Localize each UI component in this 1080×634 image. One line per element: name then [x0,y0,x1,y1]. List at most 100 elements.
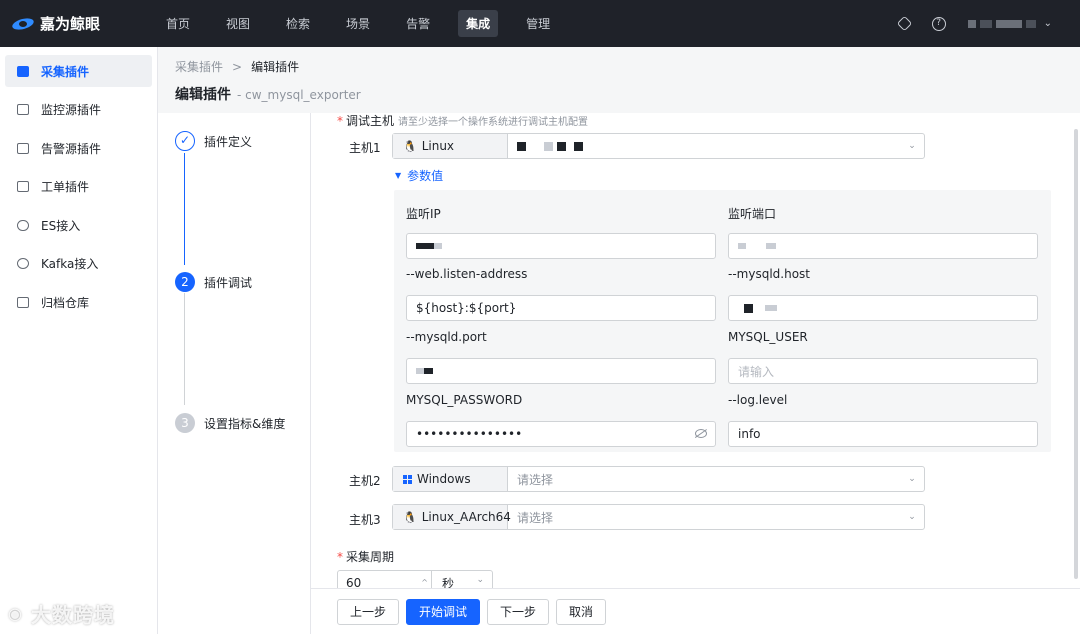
sidebar-item-ticket[interactable]: 工单插件 [5,171,152,203]
host1-os-tag: 🐧 Linux [393,134,508,158]
chevron-down-icon: ⌄ [908,474,916,484]
host2-os-tag: Windows [393,467,508,491]
footer-actions: 上一步 开始调试 下一步 取消 [311,588,1080,634]
params-block: 监听IP 监听端口 --web.listen-address ${host}:$… [394,190,1051,452]
nav-scene[interactable]: 场景 [338,10,378,37]
nav-integration[interactable]: 集成 [458,10,499,37]
eye-off-icon[interactable] [695,429,707,438]
listen-port-input[interactable] [728,233,1038,259]
prev-step-button[interactable]: 上一步 [337,598,400,625]
sidebar-item-alarm-source[interactable]: 告警源插件 [5,132,152,164]
nav-view[interactable]: 视图 [218,10,258,37]
host2-placeholder: 请选择 [517,472,554,487]
period-input[interactable]: 60 ^ [338,571,432,588]
params-toggle[interactable]: ▼ 参数值 [395,167,443,184]
field-label: 监听IP [406,207,441,221]
mysqld-port-input[interactable] [406,358,716,384]
content-panel: ✓ 插件定义 2 插件调试 3 设置指标&维度 * 调试主机 请至少选择一个操作系统… [158,113,1080,634]
linux-icon: 🐧 [403,139,417,153]
field-label: MYSQL_USER [728,330,808,344]
host1-value [508,141,900,151]
nav-manage[interactable]: 管理 [518,10,558,37]
password-dots: ••••••••••••••• [416,427,523,441]
field-log-level: --log.level info [728,393,1038,447]
step-number: 3 [175,413,195,433]
host1-os: Linux [421,139,455,153]
ticket-icon [17,181,29,192]
sidebar: 采集插件 监控源插件 告警源插件 工单插件 ES接入 Kafka接入 归档仓库 [0,47,158,634]
period-unit-select[interactable]: 秒 ⌄ [432,575,492,589]
next-step-button[interactable]: 下一步 [487,598,550,625]
field-mysql-user: MYSQL_USER 请输入 [728,330,1038,384]
stepper-up-icon[interactable]: ^ [421,571,428,588]
user-menu[interactable]: ⌄ [967,18,1052,29]
field-web-listen-address: --web.listen-address ${host}:${port} [406,267,716,321]
gear-icon[interactable] [896,15,912,32]
redacted-host [544,141,553,151]
mysql-password-input[interactable]: ••••••••••••••• [406,421,716,447]
brand-logo[interactable]: 嘉为鲸眼 [12,13,152,34]
redacted-value [434,243,442,249]
redacted-value [766,243,776,249]
debug-host-label-text: 调试主机 [346,114,395,128]
debug-form: * 调试主机 请至少选择一个操作系统进行调试主机配置 主机1 🐧 Linux ⌄ ▼… [311,113,1080,588]
sidebar-item-label: 工单插件 [41,180,90,194]
redacted-value [416,243,434,249]
step-plugin-define[interactable]: ✓ 插件定义 [175,131,252,151]
redacted-username [995,19,1022,28]
field-label: MYSQL_PASSWORD [406,393,523,407]
field-label: --web.listen-address [406,267,528,281]
page-title-text: 编辑插件 [175,87,231,103]
breadcrumb-parent[interactable]: 采集插件 [175,58,223,75]
linux-icon: 🐧 [403,510,417,524]
top-navbar: 嘉为鲸眼 首页 视图 检索 场景 告警 集成 管理 ? ⌄ [0,0,1080,47]
host3-select[interactable]: 🐧 Linux_AArch64 请选择 ⌄ [392,504,925,530]
step-connector [184,153,185,265]
mysqld-host-input[interactable] [728,295,1038,321]
host3-os-tag: 🐧 Linux_AArch64 [393,505,511,529]
host2-select[interactable]: Windows 请选择 ⌄ [392,466,925,492]
nav-search[interactable]: 检索 [278,10,318,37]
sidebar-item-label: 监控源插件 [41,103,102,117]
alarm-source-icon [17,142,29,154]
watermark: ◉ 大数跨境 [8,599,115,628]
required-mark: * [337,114,343,128]
listen-ip-input[interactable] [406,233,716,259]
mysql-user-input[interactable]: 请输入 [728,358,1038,384]
monitor-source-icon [17,104,29,115]
web-listen-address-input[interactable]: ${host}:${port} [406,295,716,321]
step-label: 插件定义 [204,134,253,149]
log-level-input[interactable]: info [728,421,1038,447]
main-nav: 首页 视图 检索 场景 告警 集成 管理 [158,10,578,37]
period-value: 60 [346,576,362,588]
nav-alarm[interactable]: 告警 [398,10,438,37]
scrollbar[interactable] [1074,129,1078,579]
host1-select[interactable]: 🐧 Linux ⌄ [392,133,925,159]
redacted-username [979,19,992,28]
nav-home[interactable]: 首页 [158,10,198,37]
caret-down-icon: ▼ [395,171,402,180]
start-debug-button[interactable]: 开始调试 [406,598,481,625]
chevron-down-icon: ⌄ [1043,18,1052,29]
field-listen-ip: 监听IP [406,205,716,259]
required-mark: * [337,550,343,564]
step-set-metrics[interactable]: 3 设置指标&维度 [175,413,285,433]
chevron-down-icon: ⌄ [908,141,916,151]
host3-placeholder: 请选择 [517,510,554,525]
redacted-value [765,305,777,311]
sidebar-item-archive[interactable]: 归档仓库 [5,286,152,318]
period-input-group: 60 ^ 秒 ⌄ [337,570,493,588]
sidebar-item-collect-plugin[interactable]: 采集插件 [5,55,152,87]
page-subtitle: - cw_mysql_exporter [237,88,361,102]
watermark-text: 大数跨境 [30,603,115,627]
top-right-tools: ? ⌄ [896,0,1080,47]
help-icon[interactable]: ? [931,16,946,31]
sidebar-item-es[interactable]: ES接入 [5,209,152,241]
period-unit: 秒 [442,576,455,589]
sidebar-item-kafka[interactable]: Kafka接入 [5,248,152,280]
step-plugin-debug[interactable]: 2 插件调试 [175,272,252,292]
breadcrumb: 采集插件 > 编辑插件 [175,58,299,75]
collect-plugin-icon [17,65,29,77]
sidebar-item-monitor-source[interactable]: 监控源插件 [5,94,152,126]
cancel-button[interactable]: 取消 [556,598,607,625]
